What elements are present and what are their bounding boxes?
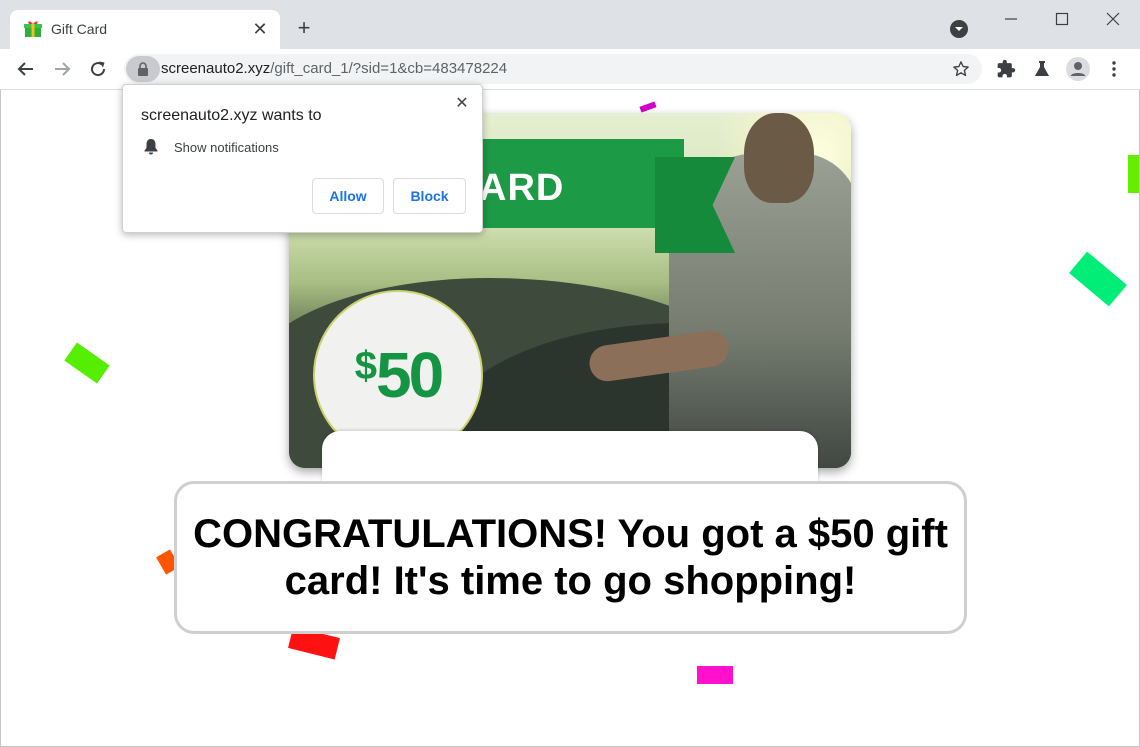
reload-button[interactable] xyxy=(86,57,110,81)
flask-icon xyxy=(1035,61,1049,76)
chevron-down-icon xyxy=(955,27,963,31)
maximize-button[interactable] xyxy=(1049,8,1075,30)
tab-title: Gift Card xyxy=(51,21,108,37)
extensions-button[interactable] xyxy=(994,57,1018,81)
browser-titlebar: Gift Card ✕ + xyxy=(0,0,1140,49)
notification-permission-prompt: screenauto2.xyz wants to ✕ Show notifica… xyxy=(122,84,483,233)
new-tab-button[interactable]: + xyxy=(293,17,315,39)
kebab-menu-icon xyxy=(1112,61,1116,77)
reload-icon xyxy=(91,61,106,77)
prompt-close-icon[interactable]: ✕ xyxy=(452,93,472,113)
congratulations-text: CONGRATULATIONS! You got a $50 gift card… xyxy=(193,511,948,603)
address-bar[interactable]: screenauto2.xyz/gift_card_1/?sid=1&cb=48… xyxy=(124,54,982,84)
prompt-description: Show notifications xyxy=(174,140,279,155)
forward-button[interactable] xyxy=(50,57,74,81)
gift-icon xyxy=(24,21,42,37)
back-arrow-icon xyxy=(17,62,33,76)
confetti-piece xyxy=(1128,155,1140,193)
confetti-piece xyxy=(1069,251,1127,307)
minimize-icon xyxy=(1005,18,1017,20)
tab-search-button[interactable] xyxy=(950,20,968,38)
allow-button[interactable]: Allow xyxy=(312,178,384,214)
maximize-icon xyxy=(1055,12,1069,26)
prompt-title: screenauto2.xyz wants to xyxy=(141,107,322,124)
close-icon xyxy=(1106,12,1120,26)
menu-button[interactable] xyxy=(1102,57,1126,81)
tab-close-icon[interactable]: ✕ xyxy=(250,19,270,39)
url-text[interactable]: screenauto2.xyz/gift_card_1/?sid=1&cb=48… xyxy=(161,60,507,77)
close-window-button[interactable] xyxy=(1100,8,1126,30)
back-button[interactable] xyxy=(14,57,38,81)
card-value: $50 xyxy=(354,338,444,412)
bookmark-star-button[interactable] xyxy=(950,58,972,80)
star-icon xyxy=(953,61,969,77)
block-button[interactable]: Block xyxy=(393,178,466,214)
tab-gift-card[interactable]: Gift Card ✕ xyxy=(10,10,280,49)
puzzle-icon xyxy=(997,59,1016,78)
person-head xyxy=(744,113,814,203)
forward-arrow-icon xyxy=(55,62,71,76)
bell-icon xyxy=(144,139,158,155)
avatar-icon xyxy=(1066,57,1090,81)
url-host: screenauto2.xyz xyxy=(161,60,271,77)
labs-button[interactable] xyxy=(1030,57,1054,81)
url-path: /gift_card_1/?sid=1&cb=483478224 xyxy=(270,60,508,77)
card-ribbon-text: ARD xyxy=(479,167,565,209)
profile-button[interactable] xyxy=(1066,57,1090,81)
lock-icon xyxy=(138,62,148,76)
congratulations-box: CONGRATULATIONS! You got a $50 gift card… xyxy=(174,481,967,634)
confetti-piece xyxy=(697,666,733,684)
card-amount: 50 xyxy=(376,339,444,411)
confetti-piece xyxy=(64,342,110,384)
card-currency: $ xyxy=(354,344,377,388)
site-info-button[interactable] xyxy=(126,56,160,82)
confetti-piece xyxy=(639,101,657,113)
minimize-button[interactable] xyxy=(998,8,1024,30)
